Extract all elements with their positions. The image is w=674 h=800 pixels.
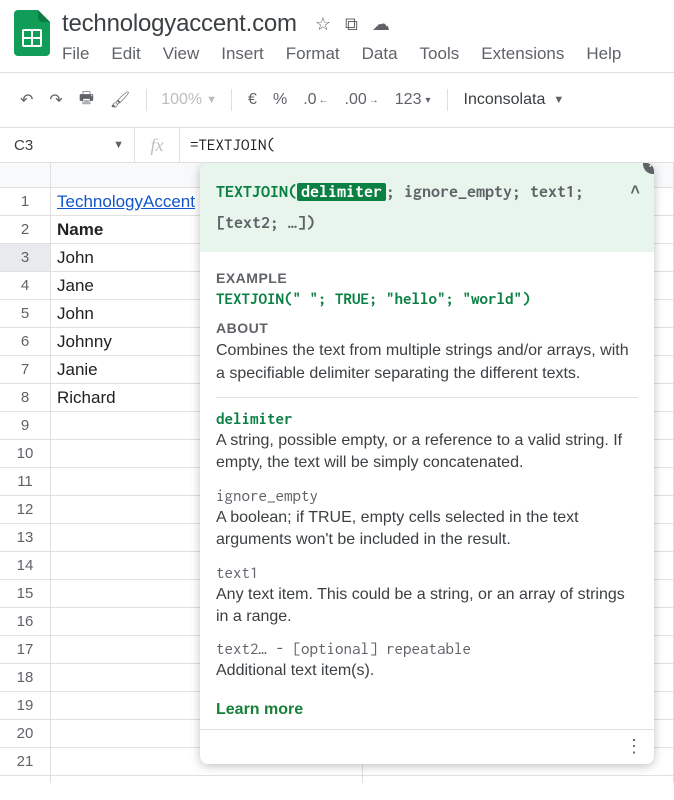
- param1-desc: A string, possible empty, or a reference…: [216, 430, 638, 475]
- menu-edit[interactable]: Edit: [111, 44, 140, 64]
- menu-format[interactable]: Format: [286, 44, 340, 64]
- param1-name: delimiter: [216, 410, 638, 428]
- example-heading: EXAMPLE: [216, 270, 638, 286]
- row-header[interactable]: 18: [0, 664, 51, 692]
- collapse-chevron-icon[interactable]: ˄: [630, 177, 640, 204]
- sig-fn-name: TEXTJOIN(: [216, 183, 297, 201]
- app-header: technologyaccent.com ☆ ⧉ ☁ File Edit Vie…: [0, 0, 674, 64]
- decrease-decimal-button[interactable]: .0←: [297, 87, 334, 113]
- example-code: TEXTJOIN(" "; TRUE; "hello"; "world"): [216, 290, 638, 308]
- sig-current-arg: delimiter: [297, 183, 386, 201]
- increase-decimal-button[interactable]: .00→: [339, 87, 385, 113]
- row-header[interactable]: 19: [0, 692, 51, 720]
- row-header[interactable]: 1: [0, 188, 51, 216]
- number-format-button[interactable]: 123▾: [389, 87, 437, 113]
- about-text: Combines the text from multiple strings …: [216, 340, 638, 385]
- row-header[interactable]: 20: [0, 720, 51, 748]
- row-header[interactable]: 22: [0, 776, 51, 783]
- param2-name: ignore_empty: [216, 487, 638, 505]
- move-icon[interactable]: ⧉: [345, 14, 358, 35]
- more-options-icon[interactable]: ⋮: [625, 736, 642, 757]
- row-header[interactable]: 12: [0, 496, 51, 524]
- menubar: File Edit View Insert Format Data Tools …: [62, 44, 664, 64]
- about-heading: ABOUT: [216, 320, 638, 336]
- document-title[interactable]: technologyaccent.com: [62, 10, 297, 38]
- toolbar: ↶ ↷ 🖶 🖌 100%▼ € % .0← .00→ 123▾ Inconsol…: [0, 73, 674, 128]
- row-header[interactable]: 11: [0, 468, 51, 496]
- row-header[interactable]: 5: [0, 300, 51, 328]
- param3-desc: Any text item. This could be a string, o…: [216, 584, 638, 629]
- percent-button[interactable]: %: [267, 87, 293, 113]
- row-header[interactable]: 8: [0, 384, 51, 412]
- param4-name: text2… - [optional] repeatable: [216, 640, 638, 658]
- spreadsheet-grid[interactable]: 1TechnologyAccent 2Name 3John 4Jane 5Joh…: [0, 163, 674, 783]
- row-header[interactable]: 17: [0, 636, 51, 664]
- menu-data[interactable]: Data: [362, 44, 398, 64]
- row-header[interactable]: 21: [0, 748, 51, 776]
- menu-help[interactable]: Help: [586, 44, 621, 64]
- row-header[interactable]: 16: [0, 608, 51, 636]
- row-header[interactable]: 15: [0, 580, 51, 608]
- param3-name: text1: [216, 564, 638, 582]
- select-all-corner[interactable]: [0, 163, 51, 187]
- formula-input[interactable]: =TEXTJOIN(: [180, 128, 674, 162]
- param4-desc: Additional text item(s).: [216, 660, 638, 682]
- namebox-caret-icon: ▼: [113, 139, 124, 151]
- row-header[interactable]: 3: [0, 244, 51, 272]
- paint-format-button[interactable]: 🖌: [104, 86, 136, 114]
- row-header[interactable]: 9: [0, 412, 51, 440]
- menu-view[interactable]: View: [163, 44, 200, 64]
- formula-bar: C3 ▼ fx =TEXTJOIN(: [0, 128, 674, 163]
- cloud-icon[interactable]: ☁: [372, 14, 390, 35]
- param2-desc: A boolean; if TRUE, empty cells selected…: [216, 507, 638, 552]
- star-icon[interactable]: ☆: [315, 14, 331, 35]
- row-header[interactable]: 2: [0, 216, 51, 244]
- sheets-logo: [14, 10, 50, 56]
- zoom-select[interactable]: 100%▼: [157, 91, 221, 109]
- row-header[interactable]: 10: [0, 440, 51, 468]
- formula-signature: ˄ TEXTJOIN(delimiter; ignore_empty; text…: [200, 163, 654, 252]
- formula-help-popover: ✕ ˄ TEXTJOIN(delimiter; ignore_empty; te…: [200, 163, 654, 764]
- name-box[interactable]: C3 ▼: [0, 128, 135, 162]
- fx-icon: fx: [135, 128, 180, 162]
- font-select[interactable]: Inconsolata▼: [458, 91, 571, 109]
- redo-button[interactable]: ↷: [43, 86, 68, 114]
- menu-file[interactable]: File: [62, 44, 89, 64]
- active-cell-ref: C3: [14, 137, 33, 154]
- menu-insert[interactable]: Insert: [221, 44, 264, 64]
- currency-button[interactable]: €: [242, 87, 263, 113]
- row-header[interactable]: 14: [0, 552, 51, 580]
- row-header[interactable]: 6: [0, 328, 51, 356]
- undo-button[interactable]: ↶: [14, 86, 39, 114]
- print-button[interactable]: 🖶: [73, 83, 100, 118]
- learn-more-link[interactable]: Learn more: [216, 701, 303, 719]
- menu-tools[interactable]: Tools: [420, 44, 460, 64]
- row-header[interactable]: 7: [0, 356, 51, 384]
- menu-extensions[interactable]: Extensions: [481, 44, 564, 64]
- row-header[interactable]: 13: [0, 524, 51, 552]
- row-header[interactable]: 4: [0, 272, 51, 300]
